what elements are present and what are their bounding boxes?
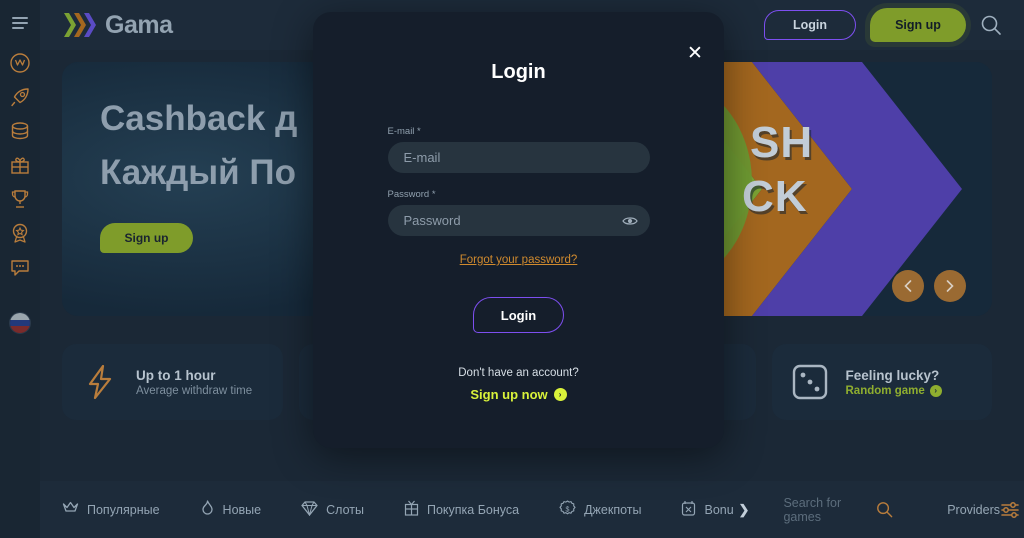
- nav-label: Популярные: [87, 502, 160, 517]
- card-random-game[interactable]: Feeling lucky? Random game ›: [771, 344, 992, 420]
- card-text: Up to 1 hour Average withdraw time: [136, 368, 252, 397]
- rocket-icon[interactable]: [5, 82, 35, 112]
- nav-label: Bonus: [704, 502, 733, 517]
- nav-more-chevron-icon[interactable]: ❯: [739, 502, 750, 518]
- providers-link[interactable]: Providers: [947, 503, 1000, 517]
- nav-item-popular[interactable]: Популярные: [62, 500, 160, 519]
- nav-item-jackpots[interactable]: $ Джекпоты: [559, 499, 642, 520]
- card-text: Feeling lucky? Random game ›: [846, 368, 942, 397]
- fire-icon: [200, 500, 215, 519]
- lightning-icon: [80, 362, 120, 402]
- nav-item-new[interactable]: Новые: [200, 500, 262, 519]
- header-login-button[interactable]: Login: [764, 10, 856, 40]
- nav-item-bonus[interactable]: Bonus: [681, 500, 733, 519]
- email-label: E-mail *: [387, 126, 421, 137]
- email-field-wrap: [387, 142, 650, 173]
- no-account-text: Don't have an account?: [458, 367, 579, 379]
- card-subtitle: Average withdraw time: [136, 384, 253, 397]
- eye-icon[interactable]: [621, 215, 638, 226]
- card-withdraw-time[interactable]: Up to 1 hour Average withdraw time: [62, 344, 283, 420]
- nav-label: Слоты: [326, 502, 364, 517]
- signup-now-label: Sign up now: [470, 387, 548, 402]
- diamond-icon: [301, 500, 318, 519]
- card-title: Feeling lucky?: [845, 367, 940, 383]
- card-subtitle: Random game: [845, 384, 925, 397]
- page-root: SH CK Cashback д Каждый По Sign up Up to…: [0, 0, 1024, 538]
- password-input[interactable]: [387, 205, 650, 236]
- forgot-password-link[interactable]: Forgot your password?: [388, 254, 650, 266]
- arrow-right-circle-icon: ›: [553, 388, 567, 401]
- carousel-prev-button[interactable]: [892, 270, 924, 302]
- bonus-icon: [681, 500, 696, 519]
- carousel-next-button[interactable]: [934, 270, 966, 302]
- nav-item-bonus-buy[interactable]: Покупка Бонуса: [404, 500, 519, 519]
- hero-signup-button[interactable]: Sign up: [100, 222, 193, 253]
- signup-now-link[interactable]: Sign up now ›: [388, 387, 650, 402]
- close-icon[interactable]: ✕: [684, 42, 706, 64]
- logo-text: Gama: [105, 10, 173, 39]
- menu-icon[interactable]: [5, 8, 35, 38]
- chevron-right-icon: [946, 280, 954, 292]
- language-flag-ru[interactable]: [9, 312, 31, 334]
- arrow-right-circle-icon: ›: [929, 384, 942, 397]
- modal-login-submit-button[interactable]: Login: [473, 297, 564, 333]
- login-form: E-mail * Password * Forgot your password…: [387, 84, 650, 402]
- chat-icon[interactable]: [5, 252, 35, 282]
- filter-sliders-icon[interactable]: [1000, 501, 1020, 519]
- jackpot-icon: $: [559, 499, 576, 520]
- games-search[interactable]: Search for games: [783, 496, 893, 524]
- search-placeholder: Search for games: [783, 495, 842, 524]
- logo-chevrons-icon: [62, 10, 100, 40]
- left-sidebar: [0, 0, 40, 538]
- card-title: Up to 1 hour: [136, 367, 216, 383]
- games-nav-bar: Популярные Новые Слоты Покупка Бонуса $ …: [40, 481, 1024, 538]
- trophy-icon[interactable]: [5, 184, 35, 214]
- award-badge-icon[interactable]: [5, 218, 35, 248]
- header-search-icon[interactable]: [980, 14, 1002, 36]
- dice-icon: [790, 362, 830, 402]
- email-input[interactable]: [387, 142, 650, 173]
- logo[interactable]: Gama: [62, 10, 173, 40]
- search-icon[interactable]: [876, 501, 893, 518]
- password-field-wrap: [387, 205, 650, 236]
- gift-box-icon: [404, 500, 419, 519]
- banner-word-line2: CK: [742, 172, 808, 221]
- login-modal: ✕ Login E-mail * Password * Forgot your …: [313, 12, 724, 448]
- header-signup-button[interactable]: Sign up: [870, 8, 966, 42]
- banner-word-line1: SH: [750, 118, 814, 167]
- nav-item-slots[interactable]: Слоты: [301, 500, 364, 519]
- password-label: Password *: [387, 189, 436, 200]
- header-actions: Login Sign up: [764, 8, 1002, 42]
- nav-label: Джекпоты: [584, 502, 642, 517]
- card-subtitle-wrap[interactable]: Random game ›: [845, 384, 942, 397]
- modal-title: Login: [491, 61, 546, 83]
- crown-icon: [62, 500, 79, 519]
- vip-crown-icon[interactable]: [5, 48, 35, 78]
- coins-icon[interactable]: [5, 116, 35, 146]
- field-spacer: [388, 173, 650, 189]
- gift-icon[interactable]: [5, 150, 35, 180]
- svg-text:$: $: [566, 506, 570, 513]
- hero-carousel-controls: [892, 270, 966, 302]
- chevron-left-icon: [904, 280, 912, 292]
- nav-label: Новые: [222, 502, 262, 517]
- nav-label: Покупка Бонуса: [426, 502, 520, 517]
